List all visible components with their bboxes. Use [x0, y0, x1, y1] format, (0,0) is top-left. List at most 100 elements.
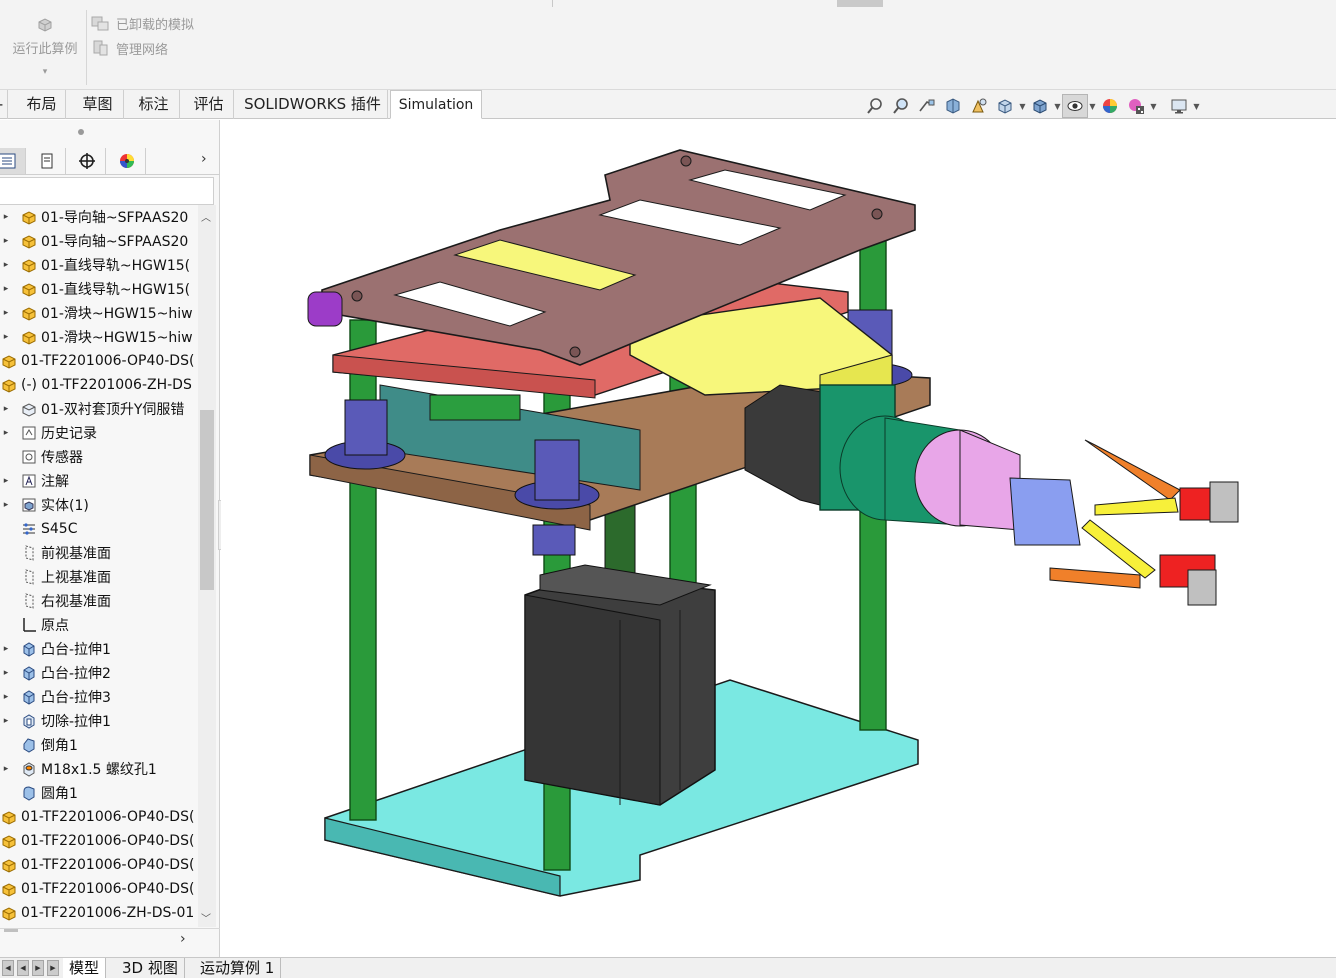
tree-vertical-scrollbar[interactable]: ︿ ﹀ [198, 205, 216, 927]
tree-item[interactable]: ▸ 01-直线导轨~HGW15( [0, 253, 190, 277]
tree-item[interactable]: 原点 [0, 613, 69, 637]
graphics-area[interactable] [221, 120, 1336, 957]
tree-item[interactable]: 倒角1 [0, 733, 78, 757]
view-settings-icon[interactable] [1166, 94, 1192, 118]
run-study-button[interactable]: 运行此算例 ▾ [6, 12, 84, 84]
tree-item[interactable]: ▸ 01-滑块~HGW15~hiw [0, 325, 193, 349]
chevron-down-icon[interactable]: ▼ [1053, 94, 1062, 118]
tab-layout[interactable]: 布局 [18, 90, 66, 119]
apply-scene-icon[interactable] [1123, 94, 1149, 118]
tree-item[interactable]: 右视基准面 [0, 589, 111, 613]
property-manager-tab[interactable] [28, 148, 66, 174]
expand-arrow-icon[interactable]: ▸ [0, 301, 12, 325]
hide-show-items-icon[interactable] [1062, 94, 1088, 118]
chevron-right-icon[interactable]: › [201, 151, 207, 167]
zoom-to-area-icon[interactable] [888, 94, 914, 118]
tree-item[interactable]: ▸ 01-双衬套顶升Y伺服错 [0, 397, 185, 421]
tab-model[interactable]: 模型 [63, 958, 107, 978]
tree-item[interactable]: ▸ 切除-拉伸1 [0, 709, 111, 733]
expand-arrow-icon[interactable]: ▸ [0, 637, 12, 661]
zoom-to-fit-icon[interactable] [862, 94, 888, 118]
tree-item[interactable]: 前视基准面 [0, 541, 111, 565]
chevron-right-icon[interactable]: › [180, 931, 186, 947]
tree-item[interactable]: 01-TF2201006-OP40-DS( [0, 829, 194, 853]
tab-markup[interactable]: 标注 [128, 90, 180, 119]
expand-arrow-icon[interactable]: ▸ [0, 397, 12, 421]
chevron-up-icon[interactable]: ︿ [201, 209, 211, 224]
expand-arrow-icon[interactable]: ▸ [0, 421, 12, 445]
tree-item[interactable]: S45C [0, 517, 77, 541]
configuration-manager-tab[interactable] [68, 148, 106, 174]
unloaded-simulation-button[interactable]: 已卸载的模拟 [90, 12, 194, 34]
tree-filter-field[interactable] [0, 177, 214, 205]
tree-item[interactable]: ▸ 注解 [0, 469, 69, 493]
display-manager-tab[interactable] [108, 148, 146, 174]
chevron-down-icon[interactable]: ▼ [1192, 94, 1201, 118]
tab-evaluate[interactable]: 评估 [184, 90, 234, 119]
run-study-caret[interactable]: ▾ [6, 67, 84, 77]
tree-item[interactable]: (-) 01-TF2201006-ZH-DS [0, 373, 192, 397]
previous-view-icon[interactable] [914, 94, 940, 118]
manage-network-button[interactable]: 管理网络 [90, 37, 168, 59]
expand-arrow-icon[interactable]: ▸ [0, 709, 12, 733]
tab-partial[interactable]: ‐ [0, 90, 8, 119]
tab-sketch[interactable]: 草图 [72, 90, 124, 119]
tree-item[interactable]: 01-TF2201006-OP40-DS( [0, 349, 194, 373]
expand-arrow-icon[interactable]: ▸ [0, 229, 12, 253]
tab-3d-view[interactable]: 3D 视图 [116, 958, 185, 978]
chevron-down-icon[interactable]: ﹀ [201, 910, 211, 925]
tree-item[interactable]: 01-TF2201006-OP40-DS( [0, 853, 194, 877]
view-orientation-icon[interactable] [992, 94, 1018, 118]
tree-item[interactable]: 圆角1 [0, 781, 78, 805]
feature-manager-tab[interactable] [0, 148, 26, 174]
part-gear-icon [20, 328, 38, 346]
last-tab-nav[interactable]: ▶ [47, 960, 59, 976]
tree-item[interactable]: 上视基准面 [0, 565, 111, 589]
section-view-icon[interactable] [940, 94, 966, 118]
run-study-label: 运行此算例 [12, 42, 78, 57]
tab-motion-study[interactable]: 运动算例 1 [194, 958, 282, 978]
expand-arrow-icon[interactable]: ▸ [0, 685, 12, 709]
tree-item[interactable]: ▸ 历史记录 [0, 421, 97, 445]
tree-item[interactable]: ▸ 实体(1) [0, 493, 89, 517]
tree-item[interactable]: ▸ 01-直线导轨~HGW15( [0, 277, 190, 301]
previous-tab-nav[interactable]: ◀ [17, 960, 29, 976]
expand-arrow-icon[interactable]: ▸ [0, 205, 12, 229]
boss-extrude-icon [20, 664, 38, 682]
expand-arrow-icon[interactable]: ▸ [0, 661, 12, 685]
dynamic-annotation-icon[interactable] [966, 94, 992, 118]
edit-appearance-icon[interactable] [1097, 94, 1123, 118]
property-manager-icon [41, 153, 52, 169]
chevron-down-icon[interactable]: ▼ [1149, 94, 1158, 118]
tree-item[interactable]: ▸ M18x1.5 螺纹孔1 [0, 757, 157, 781]
expand-arrow-icon[interactable]: ▸ [0, 757, 12, 781]
tab-solidworks-addins[interactable]: SOLIDWORKS 插件 [238, 90, 388, 119]
scrollbar-thumb[interactable] [4, 929, 18, 932]
chevron-down-icon[interactable]: ▼ [1088, 94, 1097, 118]
first-tab-nav[interactable]: ◀ [2, 960, 14, 976]
tree-horizontal-scrollbar[interactable]: › [0, 928, 220, 954]
expand-arrow-icon[interactable]: ▸ [0, 469, 12, 493]
tab-simulation[interactable]: Simulation [390, 90, 482, 119]
chevron-down-icon[interactable]: ▼ [1018, 94, 1027, 118]
tree-item[interactable]: ▸ 01-导向轴~SFPAAS20 [0, 205, 189, 229]
display-style-icon[interactable] [1027, 94, 1053, 118]
scrollbar-thumb[interactable] [200, 410, 214, 590]
tree-item[interactable]: ▸ 凸台-拉伸1 [0, 637, 111, 661]
fillet-icon [20, 784, 38, 802]
tree-item[interactable]: 01-TF2201006-ZH-DS-01 [0, 901, 194, 925]
next-tab-nav[interactable]: ▶ [32, 960, 44, 976]
expand-arrow-icon[interactable]: ▸ [0, 253, 12, 277]
tree-item[interactable]: 01-TF2201006-OP40-DS( [0, 877, 194, 901]
tree-item-label: 01-TF2201006-OP40-DS( [21, 353, 195, 369]
tree-item[interactable]: 传感器 [0, 445, 83, 469]
expand-arrow-icon[interactable]: ▸ [0, 493, 12, 517]
tree-item[interactable]: ▸ 凸台-拉伸3 [0, 685, 111, 709]
tree-item[interactable]: 01-TF2201006-OP40-DS( [0, 805, 194, 829]
tree-item[interactable]: ▸ 01-导向轴~SFPAAS20 [0, 229, 189, 253]
expand-arrow-icon[interactable]: ▸ [0, 325, 12, 349]
tree-item[interactable]: ▸ 凸台-拉伸2 [0, 661, 111, 685]
expand-arrow-icon[interactable]: ▸ [0, 277, 12, 301]
pane-grip[interactable] [78, 129, 84, 135]
tree-item[interactable]: ▸ 01-滑块~HGW15~hiw [0, 301, 193, 325]
